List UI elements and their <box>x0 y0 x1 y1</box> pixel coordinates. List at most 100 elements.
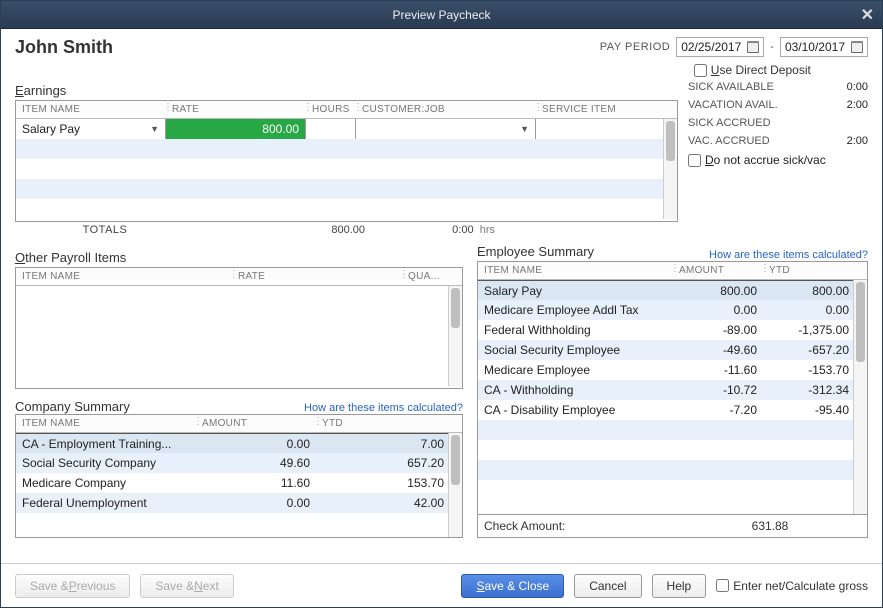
company-amount: 49.60 <box>196 456 316 470</box>
empsum-row[interactable]: Salary Pay800.00800.00 <box>478 280 867 300</box>
company-row[interactable]: Federal Unemployment0.0042.00 <box>16 493 462 513</box>
sick-accrued-label: SICK ACCRUED <box>688 117 771 129</box>
empsum-calc-link[interactable]: How are these items calculated? <box>709 249 868 261</box>
empsum-row[interactable]: CA - Withholding-10.72-312.34 <box>478 380 867 400</box>
empsum-row-empty[interactable] <box>478 460 867 480</box>
empsum-amount: -11.60 <box>673 363 763 377</box>
leave-balances: SICK AVAILABLE0:00 VACATION AVAIL.2:00 S… <box>688 81 868 147</box>
direct-deposit-checkbox[interactable] <box>694 64 707 77</box>
empsum-item-name: CA - Disability Employee <box>478 403 673 417</box>
opi-col-item[interactable]: ITEM NAME <box>16 268 232 285</box>
company-row-empty[interactable] <box>16 513 462 537</box>
earnings-rate-cell[interactable]: 800.00 <box>166 119 306 139</box>
earnings-row-empty[interactable] <box>16 159 677 179</box>
content-area: John Smith PAY PERIOD 02/25/2017 - 03/10… <box>1 29 882 563</box>
pay-period-separator: - <box>770 41 774 53</box>
calendar-icon[interactable] <box>747 41 759 53</box>
empsum-row[interactable]: Medicare Employee Addl Tax0.000.00 <box>478 300 867 320</box>
sick-available-value: 0:00 <box>847 81 868 93</box>
dropdown-icon[interactable]: ▼ <box>520 124 529 134</box>
vacation-accrued-label: VAC. ACCRUED <box>688 135 770 147</box>
save-close-button[interactable]: Save & Close <box>461 574 564 598</box>
empsum-item-name: Social Security Employee <box>478 343 673 357</box>
empsum-row[interactable]: Federal Withholding-89.00-1,375.00 <box>478 320 867 340</box>
direct-deposit-label[interactable]: Use Direct Deposit <box>711 63 811 77</box>
check-amount-value: 631.88 <box>679 519 861 533</box>
earnings-col-customer[interactable]: CUSTOMER:JOB <box>356 101 536 118</box>
company-ytd: 7.00 <box>316 437 462 451</box>
company-ytd: 153.70 <box>316 476 462 490</box>
empsum-amount: 0.00 <box>673 303 763 317</box>
pay-period-to[interactable]: 03/10/2017 <box>780 37 868 57</box>
totals-hours: 0:00 hrs <box>395 224 495 236</box>
enter-net-checkbox[interactable] <box>716 579 729 592</box>
empsum-row-empty[interactable] <box>478 440 867 460</box>
calendar-icon[interactable] <box>851 41 863 53</box>
empsum-row-empty[interactable] <box>478 480 867 500</box>
cancel-button[interactable]: Cancel <box>574 574 641 598</box>
cs-col-item[interactable]: ITEM NAME <box>16 415 196 432</box>
empsum-amount: -10.72 <box>673 383 763 397</box>
earnings-customer-cell[interactable]: ▼ <box>356 119 536 139</box>
pay-period-from[interactable]: 02/25/2017 <box>676 37 764 57</box>
es-col-amount[interactable]: AMOUNT <box>673 262 763 279</box>
empsum-row[interactable]: CA - Disability Employee-7.20-95.40 <box>478 400 867 420</box>
earnings-row[interactable]: Salary Pay ▼ 800.00 ▼ <box>16 119 677 139</box>
empsum-row[interactable]: Social Security Employee-49.60-657.20 <box>478 340 867 360</box>
earnings-header: Earnings <box>15 83 678 98</box>
opi-scrollbar[interactable] <box>448 286 462 386</box>
es-col-item[interactable]: ITEM NAME <box>478 262 673 279</box>
empsum-ytd: -95.40 <box>763 403 867 417</box>
empsum-amount: 800.00 <box>673 284 763 298</box>
company-amount: 0.00 <box>196 496 316 510</box>
earnings-totals: TOTALS 800.00 0:00 hrs <box>15 222 678 242</box>
company-item-name: Social Security Company <box>16 456 196 470</box>
no-accrue-checkbox[interactable] <box>688 154 701 167</box>
earnings-hours-cell[interactable] <box>306 119 356 139</box>
save-next-button[interactable]: Save & Next <box>140 574 233 598</box>
empsum-ytd: -153.70 <box>763 363 867 377</box>
enter-net-label[interactable]: Enter net/Calculate gross <box>733 579 868 593</box>
no-accrue-label[interactable]: Do not accrue sick/vac <box>705 153 826 167</box>
empsum-item-name: Medicare Employee <box>478 363 673 377</box>
empsum-item-name: Salary Pay <box>478 284 673 298</box>
earnings-grid: ITEM NAME RATE HOURS CUSTOMER:JOB SERVIC… <box>15 100 678 222</box>
earnings-col-hours[interactable]: HOURS <box>306 101 356 118</box>
footer: Save & Previous Save & Next Save & Close… <box>1 563 882 607</box>
company-row[interactable]: CA - Employment Training...0.007.00 <box>16 433 462 453</box>
help-button[interactable]: Help <box>652 574 707 598</box>
es-col-ytd[interactable]: YTD <box>763 262 867 279</box>
dropdown-icon[interactable]: ▼ <box>150 124 159 134</box>
earnings-row-empty[interactable] <box>16 139 677 159</box>
empsum-amount: -7.20 <box>673 403 763 417</box>
earnings-row-empty[interactable] <box>16 199 677 219</box>
cs-col-amount[interactable]: AMOUNT <box>196 415 316 432</box>
close-icon[interactable]: ✕ <box>861 5 874 25</box>
empsum-row-empty[interactable] <box>478 420 867 440</box>
cs-scrollbar[interactable] <box>448 433 462 537</box>
company-row[interactable]: Social Security Company49.60657.20 <box>16 453 462 473</box>
company-item-name: Medicare Company <box>16 476 196 490</box>
vacation-accrued-value: 2:00 <box>847 135 868 147</box>
company-calc-link[interactable]: How are these items calculated? <box>304 402 463 414</box>
company-amount: 11.60 <box>196 476 316 490</box>
earnings-row-empty[interactable] <box>16 179 677 199</box>
empsum-row[interactable]: Medicare Employee-11.60-153.70 <box>478 360 867 380</box>
es-scrollbar[interactable] <box>853 280 867 514</box>
cs-col-ytd[interactable]: YTD <box>316 415 462 432</box>
company-item-name: Federal Unemployment <box>16 496 196 510</box>
save-previous-button[interactable]: Save & Previous <box>15 574 130 598</box>
company-row[interactable]: Medicare Company11.60153.70 <box>16 473 462 493</box>
opi-row-empty[interactable] <box>16 286 462 306</box>
company-ytd: 657.20 <box>316 456 462 470</box>
vacation-available-label: VACATION AVAIL. <box>688 99 778 111</box>
earnings-scrollbar[interactable] <box>663 119 677 219</box>
preview-paycheck-window: Preview Paycheck ✕ John Smith PAY PERIOD… <box>0 0 883 608</box>
opi-col-rate[interactable]: RATE <box>232 268 402 285</box>
window-title: Preview Paycheck <box>392 8 490 22</box>
opi-col-qty[interactable]: QUA... <box>402 268 462 285</box>
earnings-item-cell[interactable]: Salary Pay ▼ <box>16 119 166 139</box>
earnings-col-service[interactable]: SERVICE ITEM <box>536 101 677 118</box>
earnings-col-rate[interactable]: RATE <box>166 101 306 118</box>
earnings-col-item[interactable]: ITEM NAME <box>16 101 166 118</box>
